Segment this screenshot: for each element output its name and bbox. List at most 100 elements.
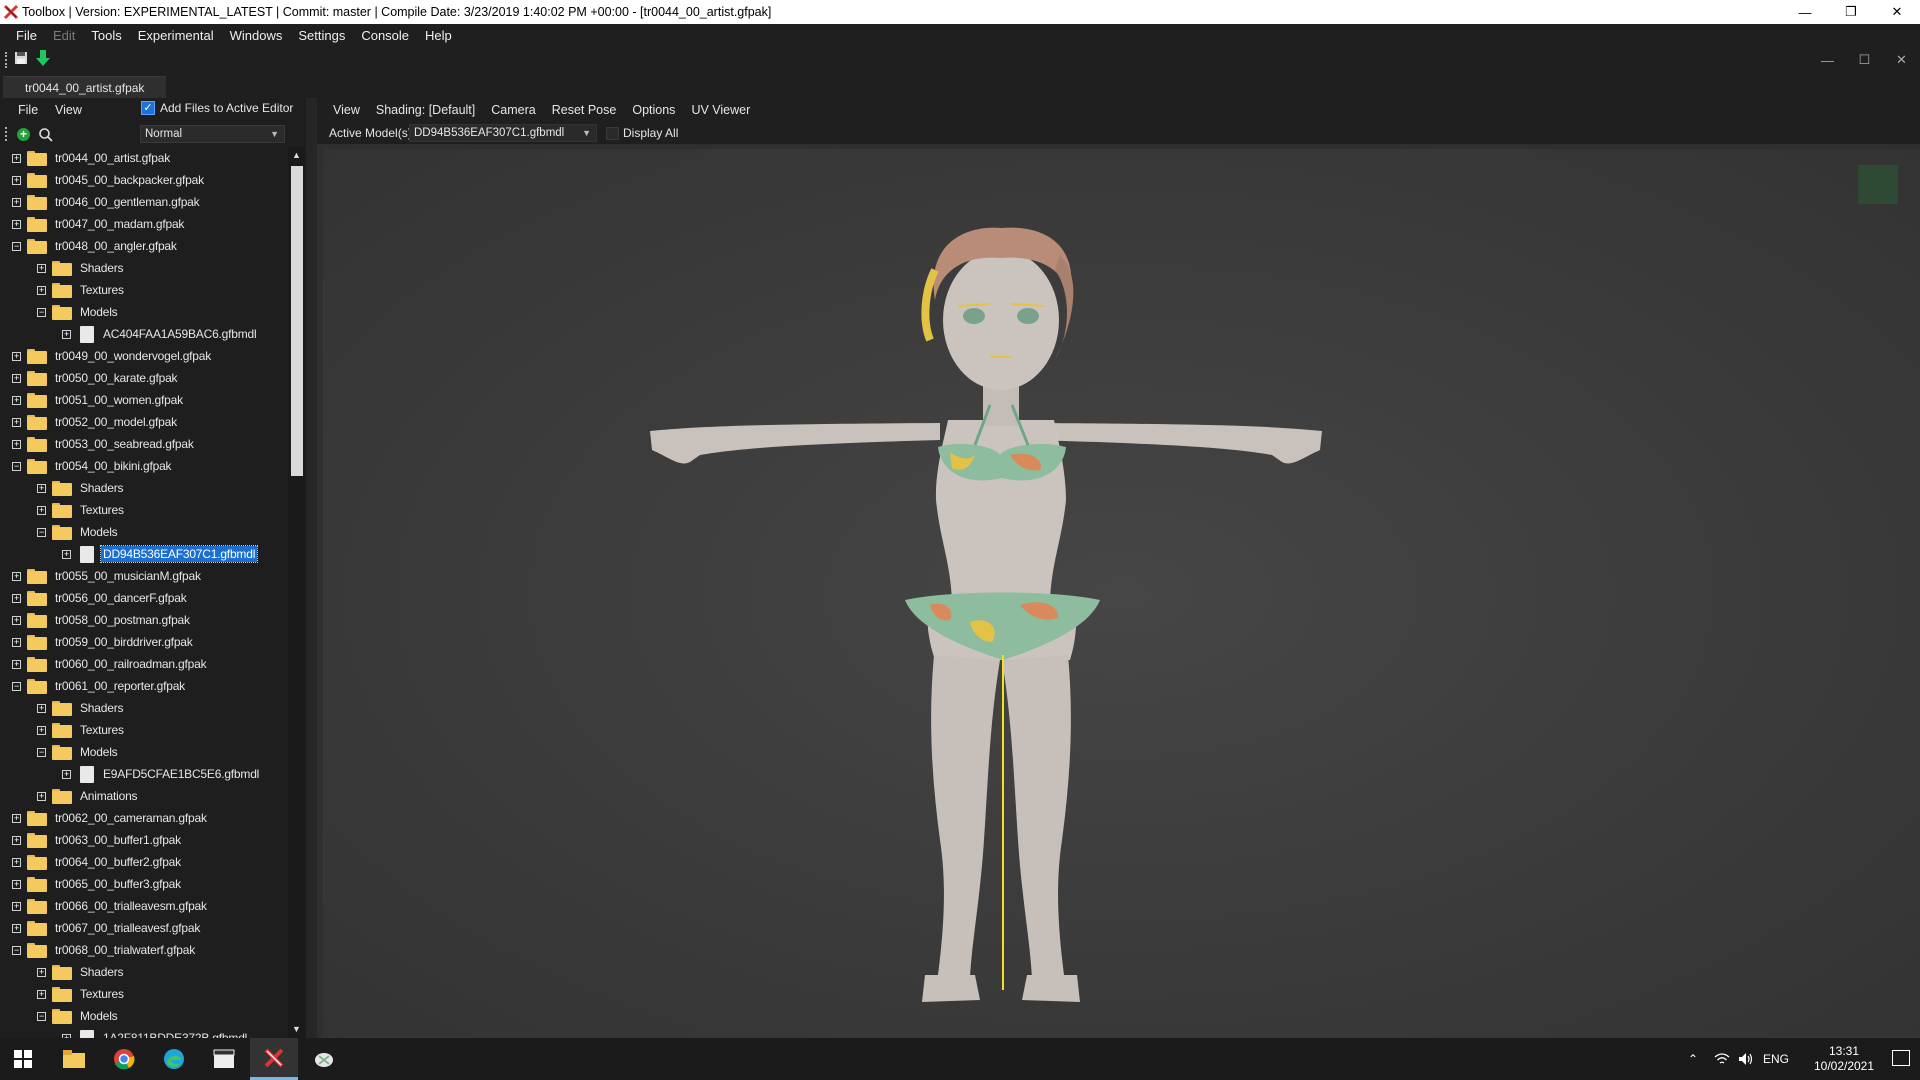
tree-folder-node[interactable]: + Textures <box>37 719 126 741</box>
tree-folder-node[interactable]: − Models <box>37 521 119 543</box>
menu-edit[interactable]: Edit <box>45 28 83 43</box>
expand-icon[interactable]: + <box>12 351 21 361</box>
viewer-menu-reset-pose[interactable]: Reset Pose <box>544 103 625 117</box>
toolbar-grip[interactable] <box>5 52 8 68</box>
tree-folder-node[interactable]: + tr0052_00_model.gfpak <box>12 411 179 433</box>
expand-icon[interactable]: + <box>37 483 46 493</box>
expand-icon[interactable]: + <box>37 989 46 999</box>
expand-icon[interactable]: + <box>37 967 46 977</box>
collapse-icon[interactable]: − <box>12 681 21 691</box>
tree-folder-node[interactable]: − tr0068_00_trialwaterf.gfpak <box>12 939 197 961</box>
tree-file-node[interactable]: + DD94B536EAF307C1.gfbmdl <box>62 543 259 565</box>
network-icon[interactable] <box>1714 1038 1730 1080</box>
show-hidden-icons-icon[interactable]: ⌃ <box>1688 1038 1698 1080</box>
maximize-button[interactable]: ❐ <box>1828 0 1874 24</box>
tree-folder-node[interactable]: + Textures <box>37 279 126 301</box>
tree-menu-file[interactable]: File <box>18 103 38 117</box>
tree-folder-node[interactable]: + tr0046_00_gentleman.gfpak <box>12 191 201 213</box>
viewer-menu-camera[interactable]: Camera <box>483 103 543 117</box>
minimize-button[interactable]: — <box>1782 0 1828 24</box>
tree-view-mode-dropdown[interactable]: Normal ▼ <box>140 125 285 143</box>
notification-center-icon[interactable] <box>1892 1050 1910 1066</box>
expand-icon[interactable]: + <box>12 593 21 603</box>
tree-folder-node[interactable]: + tr0059_00_birddriver.gfpak <box>12 631 195 653</box>
tree-folder-node[interactable]: + Textures <box>37 983 126 1005</box>
language-indicator[interactable]: ENG <box>1763 1038 1789 1080</box>
expand-icon[interactable]: + <box>37 791 46 801</box>
tree-menu-view[interactable]: View <box>55 103 82 117</box>
tree-folder-node[interactable]: + Animations <box>37 785 139 807</box>
tree-folder-node[interactable]: + tr0051_00_women.gfpak <box>12 389 185 411</box>
collapse-icon[interactable]: − <box>12 945 21 955</box>
tree-file-node[interactable]: + E9AFD5CFAE1BC5E6.gfbmdl <box>62 763 261 785</box>
close-button[interactable]: ✕ <box>1874 0 1920 24</box>
scroll-up-arrow-icon[interactable]: ▲ <box>288 147 305 164</box>
tree-folder-node[interactable]: + tr0044_00_artist.gfpak <box>12 147 172 169</box>
expand-icon[interactable]: + <box>12 219 21 229</box>
collapse-icon[interactable]: − <box>37 1011 46 1021</box>
search-icon[interactable] <box>38 127 54 143</box>
mdi-minimize-button[interactable]: — <box>1809 46 1846 74</box>
expand-icon[interactable]: + <box>12 813 21 823</box>
save-icon[interactable] <box>14 51 28 65</box>
expand-icon[interactable]: + <box>37 263 46 273</box>
windows-start-icon[interactable] <box>14 1050 32 1068</box>
tree-file-node[interactable]: + AC404FAA1A59BAC6.gfbmdl <box>62 323 259 345</box>
active-model-dropdown[interactable]: DD94B536EAF307C1.gfbmdl ▼ <box>409 124 597 142</box>
tree-folder-node[interactable]: + Textures <box>37 499 126 521</box>
tree-file-node[interactable]: +1A2F811BDDE372B.gfbmdl <box>62 1027 249 1038</box>
tree-folder-node[interactable]: + tr0050_00_karate.gfpak <box>12 367 179 389</box>
volume-icon[interactable] <box>1738 1038 1754 1080</box>
expand-icon[interactable]: + <box>12 923 21 933</box>
expand-icon[interactable]: + <box>12 417 21 427</box>
add-files-to-active-editor-checkbox[interactable]: ✓ Add Files to Active Editor <box>141 101 293 115</box>
menu-settings[interactable]: Settings <box>290 28 353 43</box>
menu-file[interactable]: File <box>8 28 45 43</box>
add-file-icon[interactable]: + <box>17 128 30 141</box>
expand-icon[interactable]: + <box>12 153 21 163</box>
tree-folder-node[interactable]: + tr0065_00_buffer3.gfpak <box>12 873 183 895</box>
tree-folder-node[interactable]: + tr0067_00_trialleavesf.gfpak <box>12 917 202 939</box>
menu-console[interactable]: Console <box>353 28 417 43</box>
collapse-icon[interactable]: − <box>12 241 21 251</box>
tree-folder-node[interactable]: + tr0045_00_backpacker.gfpak <box>12 169 206 191</box>
expand-icon[interactable]: + <box>37 725 46 735</box>
mdi-maximize-button[interactable]: ☐ <box>1846 46 1883 74</box>
tree-folder-node[interactable]: + tr0066_00_trialleavesm.gfpak <box>12 895 209 917</box>
tree-folder-node[interactable]: + tr0064_00_buffer2.gfpak <box>12 851 183 873</box>
tree-folder-node[interactable]: − tr0061_00_reporter.gfpak <box>12 675 187 697</box>
expand-icon[interactable]: + <box>12 615 21 625</box>
expand-icon[interactable]: + <box>37 703 46 713</box>
tree-folder-node[interactable]: + tr0056_00_dancerF.gfpak <box>12 587 189 609</box>
scrollbar-thumb[interactable] <box>291 166 303 476</box>
expand-icon[interactable]: + <box>12 879 21 889</box>
expand-icon[interactable]: + <box>12 659 21 669</box>
chrome-icon[interactable] <box>100 1038 148 1080</box>
expand-icon[interactable]: + <box>37 285 46 295</box>
expand-icon[interactable]: + <box>12 197 21 207</box>
expand-icon[interactable]: + <box>12 395 21 405</box>
3d-viewport[interactable] <box>323 149 1920 1038</box>
menu-windows[interactable]: Windows <box>222 28 291 43</box>
menu-experimental[interactable]: Experimental <box>130 28 222 43</box>
viewer-menu-view[interactable]: View <box>325 103 368 117</box>
menu-help[interactable]: Help <box>417 28 460 43</box>
collapse-icon[interactable]: − <box>12 461 21 471</box>
tree-folder-node[interactable]: − tr0048_00_angler.gfpak <box>12 235 179 257</box>
expand-icon[interactable]: + <box>62 769 71 779</box>
tree-folder-node[interactable]: + tr0063_00_buffer1.gfpak <box>12 829 183 851</box>
viewer-menu-options[interactable]: Options <box>624 103 683 117</box>
expand-icon[interactable]: + <box>12 439 21 449</box>
tree-scrollbar[interactable]: ▲ ▼ <box>288 147 305 1038</box>
collapse-icon[interactable]: − <box>37 527 46 537</box>
tree-folder-node[interactable]: + tr0060_00_railroadman.gfpak <box>12 653 208 675</box>
tree-folder-node[interactable]: + Shaders <box>37 257 125 279</box>
tree-folder-node[interactable]: − tr0054_00_bikini.gfpak <box>12 455 173 477</box>
tree-folder-node[interactable]: + tr0053_00_seabread.gfpak <box>12 433 196 455</box>
tree-folder-node[interactable]: − Models <box>37 1005 119 1027</box>
tree-folder-node[interactable]: + tr0058_00_postman.gfpak <box>12 609 192 631</box>
expand-icon[interactable]: + <box>12 637 21 647</box>
display-all-checkbox[interactable] <box>606 127 619 140</box>
expand-icon[interactable]: + <box>12 175 21 185</box>
collapse-icon[interactable]: − <box>37 747 46 757</box>
